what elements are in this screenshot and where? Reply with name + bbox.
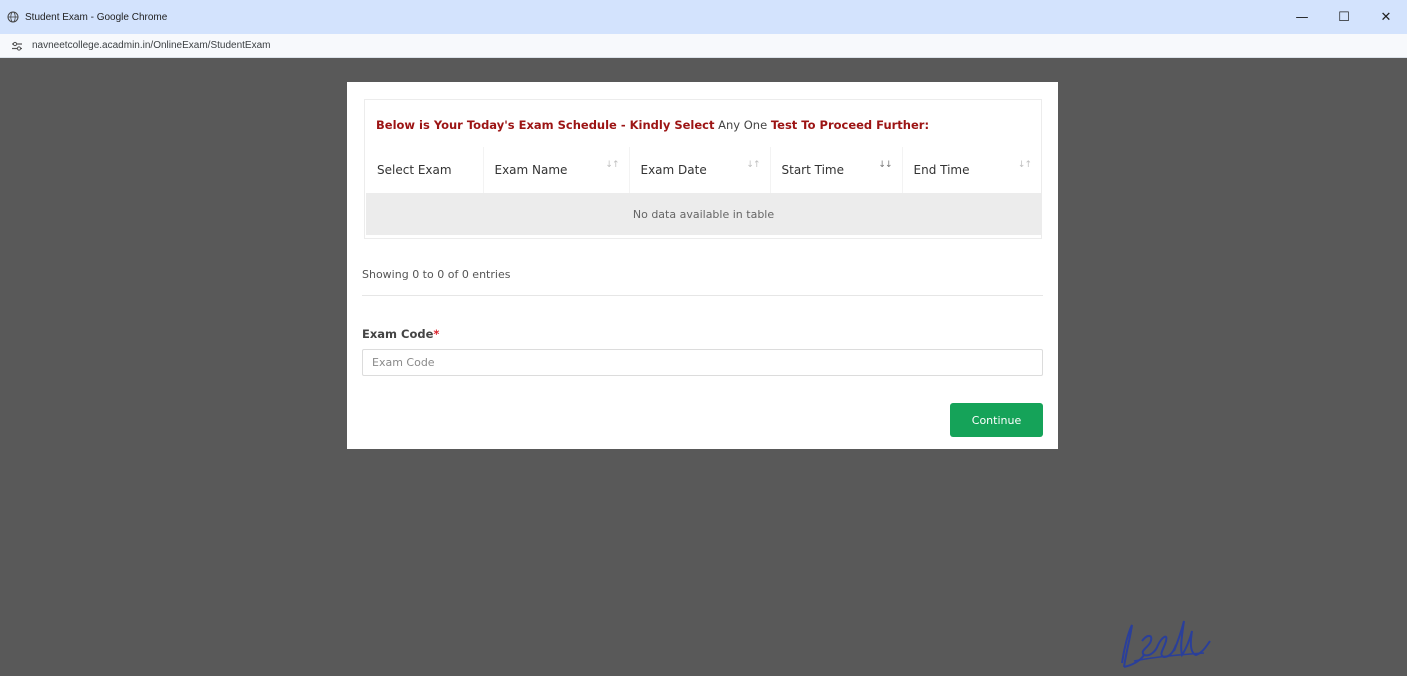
maximize-button[interactable]: ☐ — [1323, 0, 1365, 34]
globe-icon — [7, 11, 19, 23]
schedule-heading: Below is Your Today's Exam Schedule - Ki… — [376, 118, 929, 132]
column-header-start-time[interactable]: Start Time ↓↓ — [770, 147, 903, 193]
sort-icon[interactable]: ↓↑ — [746, 160, 760, 170]
continue-button[interactable]: Continue — [950, 403, 1043, 437]
window-titlebar: Student Exam - Google Chrome — ☐ ✕ — [0, 0, 1407, 34]
column-header-select-exam[interactable]: Select Exam — [366, 147, 484, 193]
schedule-heading-part1: Below is Your Today's Exam Schedule - Ki… — [376, 118, 715, 132]
schedule-heading-part2: Any One — [714, 118, 771, 132]
table-header-row: Select Exam Exam Name ↓↑ Exam Date ↓↑ Star… — [366, 147, 1041, 193]
window-controls: — ☐ ✕ — [1281, 0, 1407, 34]
exam-selection-modal: Below is Your Today's Exam Schedule - Ki… — [347, 82, 1058, 449]
table-row: No data available in table — [366, 193, 1041, 235]
column-header-label: Exam Name — [494, 163, 568, 177]
column-header-label: Exam Date — [640, 163, 707, 177]
window-title: Student Exam - Google Chrome — [25, 11, 168, 23]
divider — [362, 295, 1043, 296]
sort-ascending-icon[interactable]: ↓↓ — [878, 160, 892, 170]
signature-image — [1121, 620, 1211, 668]
column-header-exam-name[interactable]: Exam Name ↓↑ — [483, 147, 630, 193]
schedule-heading-part3: Test To Proceed Further: — [770, 118, 930, 132]
exam-code-label: Exam Code* — [362, 327, 439, 341]
site-settings-icon[interactable] — [11, 40, 23, 52]
exam-code-label-text: Exam Code — [362, 327, 434, 341]
sort-icon[interactable]: ↓↑ — [1018, 160, 1032, 170]
required-mark: * — [433, 327, 440, 341]
address-bar[interactable]: navneetcollege.acadmin.in/OnlineExam/Stu… — [0, 34, 1407, 58]
exam-code-input[interactable] — [362, 349, 1043, 376]
sort-icon[interactable]: ↓↑ — [605, 160, 619, 170]
entries-info: Showing 0 to 0 of 0 entries — [362, 268, 511, 281]
close-button[interactable]: ✕ — [1365, 0, 1407, 34]
page-backdrop: Below is Your Today's Exam Schedule - Ki… — [0, 58, 1407, 676]
url-text[interactable]: navneetcollege.acadmin.in/OnlineExam/Stu… — [32, 40, 270, 51]
exam-schedule-panel: Below is Your Today's Exam Schedule - Ki… — [364, 99, 1042, 239]
minimize-button[interactable]: — — [1281, 0, 1323, 34]
column-header-label: Start Time — [781, 163, 845, 177]
column-header-label: Select Exam — [377, 163, 452, 177]
column-header-label: End Time — [913, 163, 970, 177]
exam-schedule-table: Select Exam Exam Name ↓↑ Exam Date ↓↑ Star… — [366, 147, 1041, 235]
column-header-exam-date[interactable]: Exam Date ↓↑ — [629, 147, 771, 193]
column-header-end-time[interactable]: End Time ↓↑ — [902, 147, 1041, 193]
empty-table-message: No data available in table — [366, 193, 1041, 235]
